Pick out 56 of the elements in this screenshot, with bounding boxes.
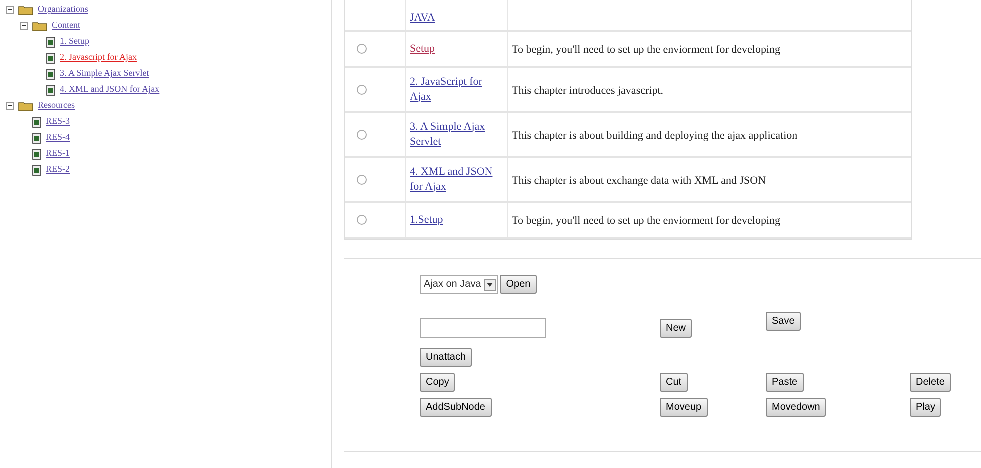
tree-item[interactable]: 1. Setup	[60, 35, 90, 49]
chapter-link[interactable]: 2. JavaScript for Ajax	[410, 74, 497, 104]
document-icon	[46, 36, 56, 48]
tree-item[interactable]: Organizations	[38, 3, 88, 17]
radio-button[interactable]	[357, 44, 367, 54]
tree-item[interactable]: 4. XML and JSON for Ajax	[60, 83, 160, 97]
chapter-link[interactable]: JAVA	[410, 13, 436, 24]
form-button[interactable]: Copy	[420, 373, 456, 392]
form-button[interactable]: Save	[766, 312, 801, 331]
form-button[interactable]: Unattach	[420, 348, 472, 367]
form-button[interactable]: New	[660, 319, 692, 338]
collapse-icon[interactable]	[20, 22, 28, 30]
chapter-description: This chapter introduces javascript.	[512, 84, 664, 96]
radio-button[interactable]	[357, 130, 367, 140]
tree-item[interactable]: 3. A Simple Ajax Servlet	[60, 67, 150, 81]
folder-icon	[18, 100, 34, 112]
document-icon	[46, 68, 56, 80]
chapter-link[interactable]: Setup	[410, 42, 436, 56]
chapter-description: To begin, you'll need to set up the enviorment for developing	[512, 215, 781, 227]
tree-item[interactable]: 2. Javascript for Ajax	[60, 51, 137, 65]
tree-item[interactable]: Content	[52, 19, 80, 33]
radio-button[interactable]	[357, 174, 367, 184]
document-icon	[32, 164, 42, 176]
chapter-link[interactable]: 1.Setup	[410, 212, 444, 228]
chapter-description: This chapter is about building and deploying the ajax application	[512, 130, 798, 142]
collapse-icon[interactable]	[6, 6, 14, 14]
collapse-icon[interactable]	[6, 102, 14, 110]
form-button[interactable]: Movedown	[766, 398, 826, 417]
chapter-link[interactable]: 3. A Simple Ajax Servlet	[410, 120, 497, 150]
form-button[interactable]: Cut	[660, 373, 688, 392]
document-icon	[46, 84, 56, 96]
chapter-description: To begin, you'll need to set up the enviorment for developing	[512, 44, 781, 56]
name-input-field[interactable]	[420, 318, 546, 338]
chapter-link[interactable]: 4. XML and JSON for Ajax	[410, 164, 497, 194]
document-icon	[32, 148, 42, 160]
radio-button[interactable]	[357, 215, 367, 225]
folder-icon	[32, 20, 48, 32]
form-button[interactable]: Delete	[910, 373, 951, 392]
document-icon	[46, 52, 56, 64]
chapter-description: This chapter is about exchange data with XML and JSON	[512, 174, 766, 186]
form-button[interactable]: Moveup	[660, 398, 708, 417]
tree-item[interactable]: RES-4	[46, 131, 70, 145]
radio-button[interactable]	[357, 84, 367, 94]
tree-item[interactable]: RES-3	[46, 115, 70, 129]
form-button[interactable]: Open	[500, 275, 537, 294]
tree-item[interactable]: Resources	[38, 99, 75, 113]
form-button[interactable]: Play	[910, 398, 942, 417]
folder-icon	[18, 4, 34, 16]
document-select[interactable]: Ajax on Java	[420, 275, 498, 294]
document-icon	[32, 116, 42, 128]
form-button[interactable]: Paste	[766, 373, 804, 392]
document-icon	[32, 132, 42, 144]
form-button[interactable]: AddSubNode	[420, 398, 492, 417]
dropdown-icon	[484, 278, 496, 290]
tree-item[interactable]: RES-1	[46, 147, 70, 161]
tree-item[interactable]: RES-2	[46, 163, 70, 177]
